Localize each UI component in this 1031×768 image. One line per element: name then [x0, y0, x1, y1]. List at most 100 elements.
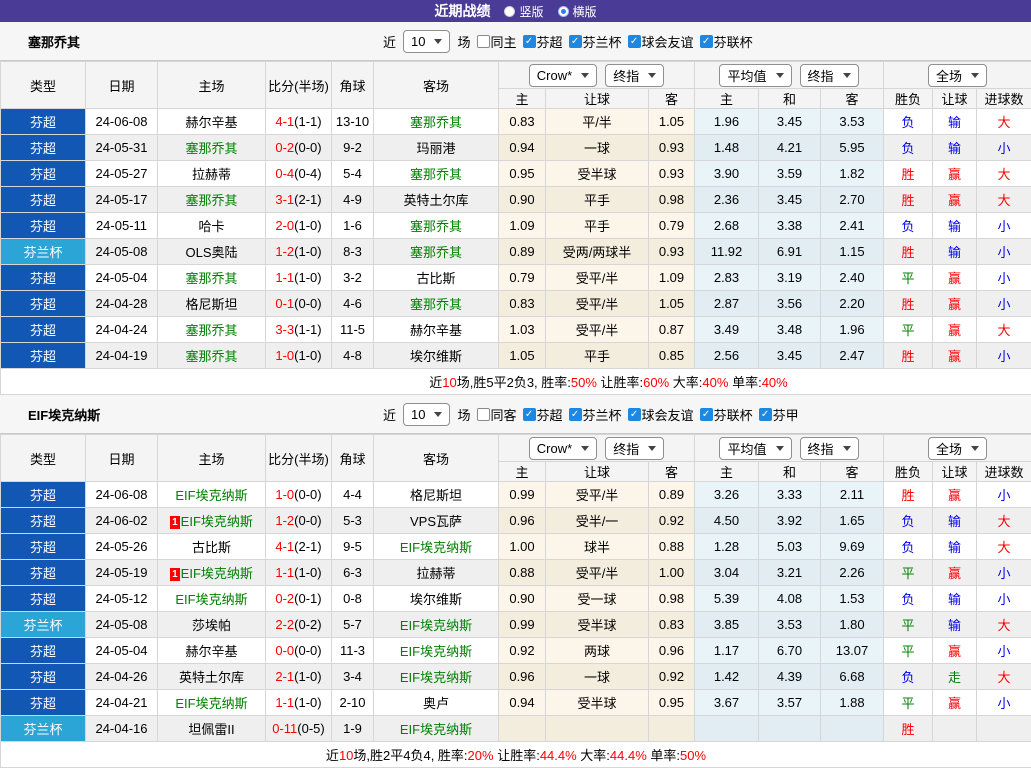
away-team[interactable]: 塞那乔其	[374, 213, 499, 239]
home-team[interactable]: 哈卡	[158, 213, 266, 239]
score-cell: 1-1(1-0)	[266, 690, 332, 716]
league-badge: 芬超	[1, 638, 86, 664]
euro-odds-time-select[interactable]: 终指	[800, 437, 859, 460]
layout-radio-horizontal[interactable]: 横版	[558, 3, 597, 20]
euro-draw-odds: 3.19	[759, 265, 821, 291]
asia-odds-source-select[interactable]: Crow*	[529, 64, 597, 87]
euro-away-odds: 2.70	[821, 187, 884, 213]
home-team[interactable]: EIF埃克纳斯	[158, 690, 266, 716]
full-score: 0-4	[275, 166, 294, 181]
home-team[interactable]: 赫尔辛基	[158, 109, 266, 135]
result-handicap: 输	[933, 534, 977, 560]
home-team[interactable]: 古比斯	[158, 534, 266, 560]
away-team[interactable]: 塞那乔其	[374, 109, 499, 135]
full-score: 1-1	[275, 695, 294, 710]
checkbox-icon: ✓	[569, 408, 582, 421]
home-team[interactable]: 英特土尔库	[158, 664, 266, 690]
sub-column-header: 主	[695, 462, 759, 482]
home-team[interactable]: 拉赫蒂	[158, 161, 266, 187]
checkbox-icon: ✓	[700, 408, 713, 421]
asia-odds-source-select[interactable]: Crow*	[529, 437, 597, 460]
euro-away-odds: 1.65	[821, 508, 884, 534]
away-team[interactable]: 英特土尔库	[374, 187, 499, 213]
home-team[interactable]: 1EIF埃克纳斯	[158, 560, 266, 586]
home-team[interactable]: 塞那乔其	[158, 135, 266, 161]
checkbox-label: 芬兰杯	[583, 32, 622, 51]
home-team[interactable]: 塞那乔其	[158, 317, 266, 343]
home-team[interactable]: 塞那乔其	[158, 343, 266, 369]
away-team[interactable]: 塞那乔其	[374, 239, 499, 265]
checkbox-icon: ✓	[628, 35, 641, 48]
euro-odds-source-select[interactable]: 平均值	[719, 64, 791, 87]
away-team[interactable]: 埃尔维斯	[374, 343, 499, 369]
home-team[interactable]: 格尼斯坦	[158, 291, 266, 317]
summary-segment: 近	[326, 748, 339, 763]
home-team[interactable]: 塞那乔其	[158, 187, 266, 213]
away-team[interactable]: 古比斯	[374, 265, 499, 291]
layout-radio-vertical[interactable]: 竖版	[504, 3, 543, 20]
away-team[interactable]: 奥卢	[374, 690, 499, 716]
section-header: EIF埃克纳斯近10场同客✓芬超✓芬兰杯✓球会友谊✓芬联杯✓芬甲	[0, 395, 1031, 434]
scope-select[interactable]: 全场	[928, 437, 987, 460]
euro-odds-source-select[interactable]: 平均值	[719, 437, 791, 460]
result-outcome: 负	[884, 586, 933, 612]
match-date: 24-05-12	[86, 586, 158, 612]
away-team[interactable]: 玛丽港	[374, 135, 499, 161]
euro-away-odds: 6.68	[821, 664, 884, 690]
home-team[interactable]: 1EIF埃克纳斯	[158, 508, 266, 534]
same-venue-checkbox[interactable]: 同客	[477, 405, 517, 424]
score-cell: 2-1(1-0)	[266, 664, 332, 690]
match-date: 24-05-27	[86, 161, 158, 187]
scope-select[interactable]: 全场	[928, 64, 987, 87]
away-team[interactable]: EIF埃克纳斯	[374, 716, 499, 742]
home-team[interactable]: 莎埃帕	[158, 612, 266, 638]
asia-away-odds: 1.05	[649, 291, 695, 317]
league-filter-checkbox[interactable]: ✓芬超	[523, 405, 563, 424]
euro-draw-odds: 3.53	[759, 612, 821, 638]
home-team[interactable]: 赫尔辛基	[158, 638, 266, 664]
sub-column-header: 主	[499, 462, 546, 482]
euro-odds-time-select[interactable]: 终指	[800, 64, 859, 87]
league-filter-checkbox[interactable]: ✓球会友谊	[628, 405, 694, 424]
asia-odds-time-select[interactable]: 终指	[605, 437, 664, 460]
chevron-down-icon	[434, 412, 442, 417]
away-team[interactable]: 塞那乔其	[374, 291, 499, 317]
away-team[interactable]: 格尼斯坦	[374, 482, 499, 508]
asia-away-odds: 0.85	[649, 343, 695, 369]
away-team[interactable]: 赫尔辛基	[374, 317, 499, 343]
corner-score: 3-2	[332, 265, 374, 291]
same-venue-checkbox[interactable]: 同主	[477, 32, 517, 51]
home-team[interactable]: EIF埃克纳斯	[158, 482, 266, 508]
euro-home-odds: 2.36	[695, 187, 759, 213]
away-team[interactable]: VPS瓦萨	[374, 508, 499, 534]
league-filter-checkbox[interactable]: ✓芬联杯	[700, 405, 753, 424]
score-cell: 1-2(1-0)	[266, 239, 332, 265]
home-team[interactable]: OLS奥陆	[158, 239, 266, 265]
asia-odds-time-select[interactable]: 终指	[605, 64, 664, 87]
full-score: 0-1	[275, 296, 294, 311]
away-team[interactable]: 塞那乔其	[374, 161, 499, 187]
match-date: 24-06-08	[86, 109, 158, 135]
league-filter-checkbox[interactable]: ✓芬超	[523, 32, 563, 51]
recent-count-select[interactable]: 10	[403, 403, 450, 426]
away-team[interactable]: EIF埃克纳斯	[374, 534, 499, 560]
filter-bar: 近10场同客✓芬超✓芬兰杯✓球会友谊✓芬联杯✓芬甲	[383, 403, 799, 426]
league-filter-checkbox[interactable]: ✓芬甲	[759, 405, 799, 424]
result-outcome: 平	[884, 317, 933, 343]
league-filter-checkbox[interactable]: ✓球会友谊	[628, 32, 694, 51]
asia-away-odds: 1.09	[649, 265, 695, 291]
away-team[interactable]: EIF埃克纳斯	[374, 612, 499, 638]
away-team[interactable]: EIF埃克纳斯	[374, 664, 499, 690]
league-filter-checkbox[interactable]: ✓芬兰杯	[569, 405, 622, 424]
away-team[interactable]: 埃尔维斯	[374, 586, 499, 612]
home-team[interactable]: 塞那乔其	[158, 265, 266, 291]
away-team[interactable]: 拉赫蒂	[374, 560, 499, 586]
league-filter-checkbox[interactable]: ✓芬兰杯	[569, 32, 622, 51]
home-team[interactable]: 坦佩雷II	[158, 716, 266, 742]
home-team[interactable]: EIF埃克纳斯	[158, 586, 266, 612]
euro-draw-odds: 3.57	[759, 690, 821, 716]
recent-count-select[interactable]: 10	[403, 30, 450, 53]
away-team[interactable]: EIF埃克纳斯	[374, 638, 499, 664]
league-filter-checkbox[interactable]: ✓芬联杯	[700, 32, 753, 51]
match-row: 芬超24-05-191EIF埃克纳斯1-1(1-0)6-3拉赫蒂0.88受平/半…	[1, 560, 1031, 586]
